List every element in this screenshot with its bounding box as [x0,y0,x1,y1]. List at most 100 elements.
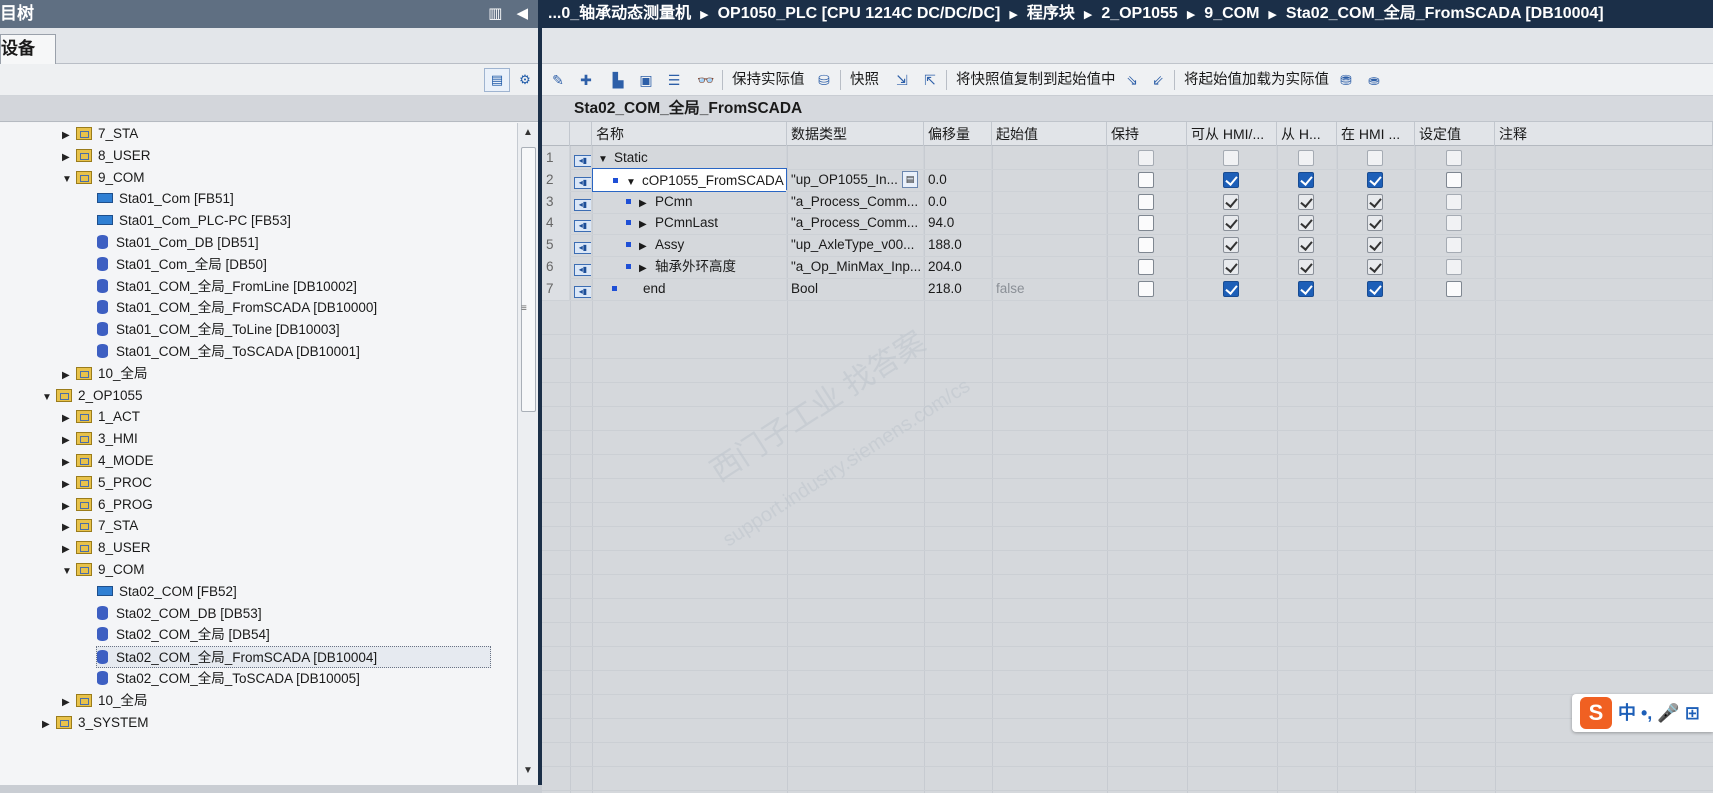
accessible-from-hmi-checkbox[interactable] [1223,215,1239,232]
tree-item[interactable]: Sta01_COM_全局_ToSCADA [DB10001] [97,341,360,363]
visible-in-hmi-checkbox[interactable] [1367,237,1383,254]
copy-snapshot-icon-1[interactable]: ⇘ [1122,71,1142,89]
retain-checkbox[interactable] [1138,215,1154,232]
accessible-from-hmi-checkbox[interactable] [1223,150,1239,166]
tree-item[interactable]: Sta01_Com_PLC-PC [FB53] [97,210,291,232]
visible-in-hmi-checkbox[interactable] [1367,215,1383,232]
column-header[interactable]: 设定值 [1415,122,1495,146]
collapsed-arrow-icon[interactable]: ▶ [639,192,655,213]
tree-item[interactable]: Sta02_COM_全局_FromSCADA [DB10004] [96,646,491,669]
expanded-arrow-icon[interactable]: ▼ [62,561,76,583]
insert-row-icon[interactable]: ✎ [548,71,568,89]
breadcrumb-item[interactable]: 2_OP1055 [1101,5,1178,22]
keep-actual-icon[interactable]: ⛁ [814,71,834,89]
tree-item[interactable]: ▶ 1_ACT [62,406,140,428]
setpoint-checkbox[interactable] [1446,150,1462,166]
tree-item[interactable]: ▶ 7_STA [62,123,138,145]
name-cell[interactable]: ▶ 轴承外环高度 [592,255,787,279]
collapsed-arrow-icon[interactable]: ▶ [62,147,76,169]
comment-cell[interactable] [1495,167,1713,192]
monitor-icon[interactable]: 👓 [696,71,716,89]
collapsed-arrow-icon[interactable]: ▶ [62,539,76,561]
tree-item[interactable]: Sta01_Com [FB51] [97,188,234,210]
expanded-mode-icon[interactable]: ▙ [608,71,628,89]
snapshot-icon-2[interactable]: ⇱ [920,71,940,89]
comment-cell[interactable] [1495,146,1713,170]
retain-checkbox[interactable] [1138,150,1154,166]
breadcrumb-item[interactable]: 9_COM [1204,5,1259,22]
collapse-panel-icon[interactable]: ◀ [516,5,528,22]
collapsed-arrow-icon[interactable]: ▶ [62,125,76,147]
collapsed-arrow-icon[interactable]: ▶ [639,257,655,278]
data-type-picker-icon[interactable]: ▤ [902,170,918,188]
overview-view-icon[interactable]: ▤ [484,68,510,92]
collapsed-arrow-icon[interactable]: ▶ [62,517,76,539]
writable-from-hmi-checkbox[interactable] [1298,215,1314,232]
scroll-thumb[interactable] [521,147,536,412]
tree-item[interactable]: ▼ 9_COM [62,167,145,189]
start-value-cell[interactable] [992,167,1107,192]
visible-in-hmi-checkbox[interactable] [1367,171,1383,188]
tree-item[interactable]: Sta02_COM_DB [DB53] [97,603,262,625]
add-row-icon[interactable]: ✚ [576,71,596,89]
table-row[interactable]: 6 ◂▮ ▶ 轴承外环高度 "a_Op_MinMax_Inp... 204.0 [542,255,1713,279]
copy-snapshot-to-start-button[interactable]: 将快照值复制到起始值中 [956,71,1116,89]
retain-checkbox[interactable] [1138,237,1154,254]
comment-cell[interactable] [1495,255,1713,279]
data-type-cell[interactable]: "a_Process_Comm... [787,189,924,214]
tree-item[interactable]: Sta02_COM_全局_ToSCADA [DB10005] [97,668,360,690]
comment-cell[interactable] [1495,189,1713,214]
expanded-arrow-icon[interactable]: ▼ [42,387,56,409]
data-type-cell[interactable]: "up_AxleType_v00... [787,233,924,258]
breadcrumb-item[interactable]: OP1050_PLC [CPU 1214C DC/DC/DC] [718,5,1001,22]
comment-cell[interactable] [1495,211,1713,236]
table-row[interactable]: 1 ◂▮ ▼ Static [542,146,1713,170]
scroll-down-icon[interactable]: ▼ [520,765,536,781]
column-header[interactable]: 保持 [1107,122,1187,146]
breadcrumb-item[interactable]: ...0_轴承动态测量机 [548,5,691,22]
load-start-icon-1[interactable]: ⛃ [1336,71,1356,89]
tree-scrollbar[interactable]: ▲ ≡ ▼ [517,123,538,785]
accessible-from-hmi-checkbox[interactable] [1223,259,1239,275]
retain-checkbox[interactable] [1138,193,1154,210]
name-cell[interactable]: ▶ PCmn [592,189,787,214]
start-value-cell[interactable] [992,255,1107,279]
expand-all-icon[interactable]: ☰ [664,71,684,89]
visible-in-hmi-checkbox[interactable] [1367,150,1383,166]
column-header[interactable]: 可从 HMI/... [1187,122,1277,146]
data-type-cell[interactable]: "a_Process_Comm... [787,211,924,236]
collapsed-arrow-icon[interactable]: ▶ [62,408,76,430]
table-row[interactable]: 4 ◂▮ ▶ PCmnLast "a_Process_Comm... 94.0 [542,211,1713,236]
setpoint-checkbox[interactable] [1446,280,1462,297]
writable-from-hmi-checkbox[interactable] [1298,171,1314,188]
ime-toolbar[interactable]: S 中 •, 🎤 ⊞ [1572,694,1713,732]
panel-layout-icon[interactable]: ▥ [488,5,502,22]
breadcrumb-item[interactable]: 程序块 [1027,5,1075,22]
accessible-from-hmi-checkbox[interactable] [1223,280,1239,297]
expanded-arrow-icon[interactable]: ▼ [598,148,614,169]
collapsed-arrow-icon[interactable]: ▶ [639,235,655,256]
compile-icon[interactable]: ▣ [636,71,656,89]
collapsed-arrow-icon[interactable]: ▶ [62,430,76,452]
tree-item[interactable]: ▶ 8_USER [62,145,151,167]
start-value-cell[interactable] [992,233,1107,258]
tree-item[interactable]: Sta01_Com_DB [DB51] [97,232,259,254]
data-type-cell[interactable] [787,146,924,170]
load-start-icon-2[interactable]: ⛂ [1364,71,1384,89]
table-row[interactable]: 2 ◂▮ ▼ cOP1055_FromSCADA "up_OP1055_In... ▤ 0.… [542,167,1713,192]
tree-item[interactable]: ▼ 9_COM [62,559,145,581]
tree-settings-icon[interactable]: ⚙ [512,68,538,92]
table-row[interactable]: 7 ◂▮ end Bool 218.0 false [542,276,1713,301]
keep-actual-values-button[interactable]: 保持实际值 [732,71,805,89]
tree-item[interactable]: Sta01_COM_全局_FromLine [DB10002] [97,276,357,298]
start-value-cell[interactable]: false [992,276,1107,301]
visible-in-hmi-checkbox[interactable] [1367,280,1383,297]
load-start-as-actual-button[interactable]: 将起始值加载为实际值 [1184,71,1329,89]
retain-checkbox[interactable] [1138,280,1154,297]
collapsed-arrow-icon[interactable]: ▶ [62,365,76,387]
collapsed-arrow-icon[interactable]: ▶ [62,452,76,474]
tree-item[interactable]: Sta02_COM_全局 [DB54] [97,624,270,646]
data-type-cell[interactable]: "a_Op_MinMax_Inp... [787,255,924,279]
name-cell[interactable]: ▶ Assy [592,233,787,258]
column-header[interactable]: 注释 [1495,122,1713,146]
